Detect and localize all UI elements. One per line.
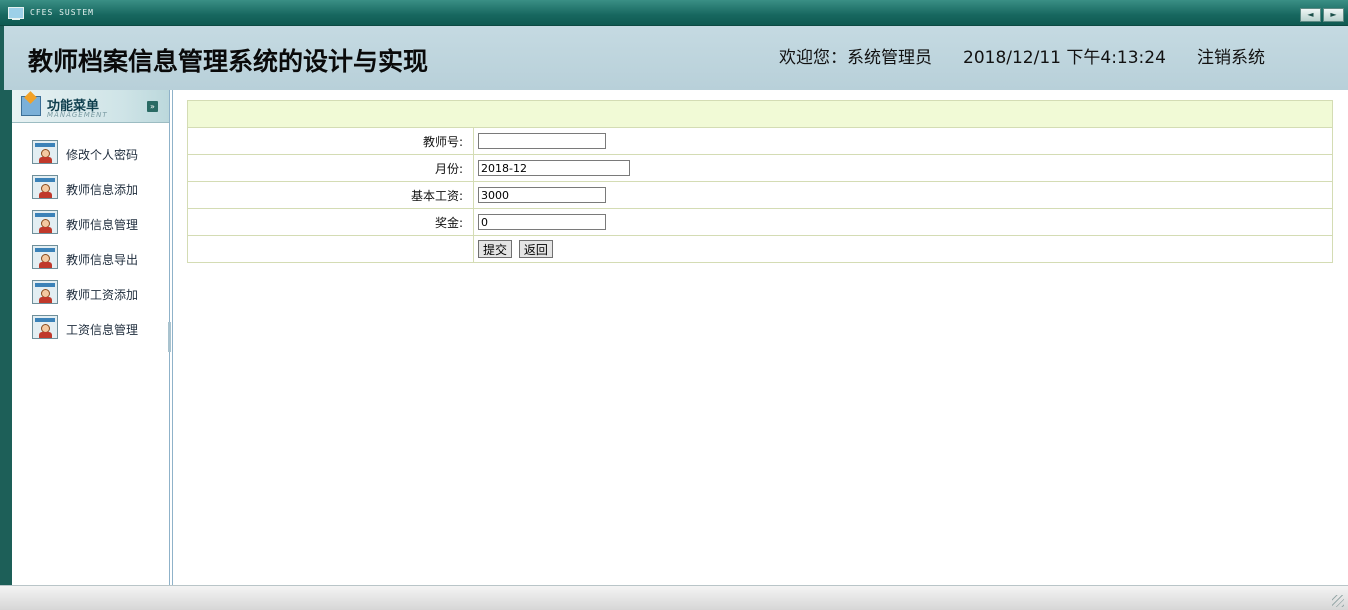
frame-splitter[interactable]: [168, 322, 171, 352]
teacher-id-label: 教师号:: [187, 127, 474, 155]
menu-item-manage-salary[interactable]: 工资信息管理: [12, 311, 169, 346]
bonus-label: 奖金:: [187, 208, 474, 236]
form-row-actions: 提交 返回: [187, 235, 1333, 263]
left-frame-border: [0, 90, 12, 585]
monitor-icon: [8, 7, 24, 20]
menu-item-label: 教师信息导出: [66, 253, 139, 267]
window-titlebar: CFES SUSTEM ◄ ►: [0, 0, 1348, 26]
user-card-icon: [32, 140, 58, 164]
menu-subtitle: MANAGEMENT: [47, 111, 108, 119]
menu-item-add-salary[interactable]: 教师工资添加: [12, 276, 169, 311]
salary-form: 教师号: 月份: 基本工资: 奖金: 提交 返回: [187, 100, 1333, 263]
menu-item-export-teachers[interactable]: 教师信息导出: [12, 241, 169, 276]
window-nav: ◄ ►: [1300, 8, 1344, 22]
menu-item-label: 教师工资添加: [66, 288, 139, 302]
user-card-icon: [32, 280, 58, 304]
base-salary-label: 基本工资:: [187, 181, 474, 209]
page-title: 教师档案信息管理系统的设计与实现: [28, 47, 429, 76]
menu-item-label: 工资信息管理: [66, 323, 139, 337]
form-row-bonus: 奖金:: [187, 208, 1333, 236]
bonus-input[interactable]: [478, 214, 606, 230]
main-content: 教师号: 月份: 基本工资: 奖金: 提交 返回: [172, 90, 1348, 585]
menu-item-label: 教师信息管理: [66, 218, 139, 232]
welcome-text: 欢迎您：系统管理员: [779, 48, 932, 68]
resize-grip-icon[interactable]: [1332, 595, 1344, 607]
user-card-icon: [32, 210, 58, 234]
page-header: 教师档案信息管理系统的设计与实现 欢迎您：系统管理员 2018/12/11 下午…: [0, 26, 1348, 90]
app-name: CFES SUSTEM: [30, 8, 94, 17]
base-salary-input[interactable]: [478, 187, 606, 203]
back-button[interactable]: 返回: [518, 240, 553, 258]
menu-item-change-password[interactable]: 修改个人密码: [12, 136, 169, 171]
submit-button[interactable]: 提交: [478, 240, 513, 258]
form-row-base-salary: 基本工资:: [187, 181, 1333, 209]
menu-item-manage-teachers[interactable]: 教师信息管理: [12, 206, 169, 241]
menu-item-add-teacher[interactable]: 教师信息添加: [12, 171, 169, 206]
user-card-icon: [32, 175, 58, 199]
form-row-month: 月份:: [187, 154, 1333, 182]
sidebar: 功能菜单 MANAGEMENT » 修改个人密码 教师信息添加 教师信息管理 教…: [12, 90, 170, 585]
nav-next-icon[interactable]: ►: [1323, 8, 1344, 22]
user-card-icon: [32, 245, 58, 269]
collapse-icon[interactable]: »: [147, 101, 158, 112]
menu-home-icon: [21, 96, 41, 116]
status-bar: [0, 585, 1348, 610]
nav-prev-icon[interactable]: ◄: [1300, 8, 1321, 22]
form-row-teacher-id: 教师号:: [187, 127, 1333, 155]
month-label: 月份:: [187, 154, 474, 182]
current-datetime: 2018/12/11 下午4:13:24: [963, 48, 1166, 68]
form-header-row: [187, 100, 1333, 128]
month-input[interactable]: [478, 160, 630, 176]
menu-item-label: 修改个人密码: [66, 148, 139, 162]
menu-item-label: 教师信息添加: [66, 183, 139, 197]
menu-list: 修改个人密码 教师信息添加 教师信息管理 教师信息导出 教师工资添加 工资信息管…: [12, 136, 169, 346]
user-card-icon: [32, 315, 58, 339]
teacher-id-input[interactable]: [478, 133, 606, 149]
logout-link[interactable]: 注销系统: [1197, 43, 1265, 68]
menu-header: 功能菜单 MANAGEMENT »: [12, 90, 169, 123]
